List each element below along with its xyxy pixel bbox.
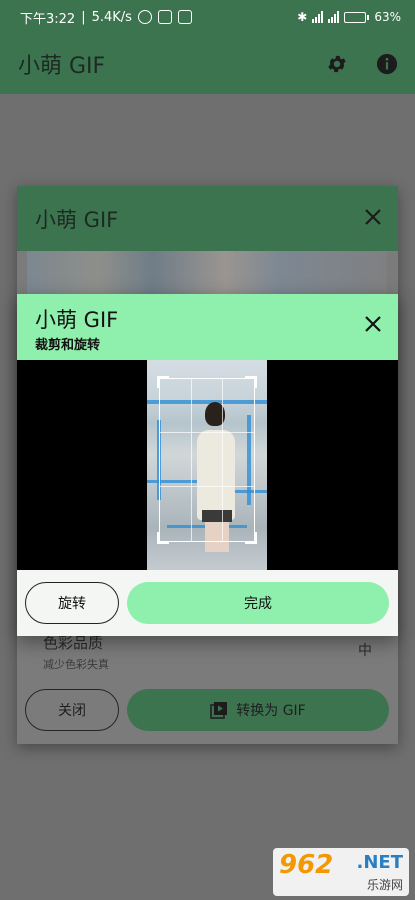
battery-icon [344, 11, 370, 23]
info-icon[interactable] [375, 52, 399, 76]
crop-dialog-title: 小萌 GIF [35, 308, 119, 332]
crop-handle-bottom-right[interactable] [245, 532, 257, 544]
site-watermark-logo: 962 .NET 乐游网 [273, 848, 409, 896]
crop-dialog-subtitle: 裁剪和旋转 [35, 338, 101, 353]
crop-dialog-header: 小萌 GIF 裁剪和旋转 [17, 294, 398, 360]
convert-dialog-title: 小萌 GIF [35, 207, 119, 232]
watermark-number: 962 [279, 850, 334, 880]
crop-handle-top-left[interactable] [157, 376, 169, 388]
alarm-icon [137, 10, 152, 24]
status-bar: 下午3:22 | 5.4K/s ✱ 63% [0, 0, 415, 34]
watermark-site: 乐游网 [366, 878, 403, 892]
crop-handle-top-right[interactable] [245, 376, 257, 388]
crop-frame[interactable] [157, 376, 257, 544]
app-notification-icon [177, 10, 192, 24]
convert-to-gif-button[interactable]: 转换为 GIF [127, 689, 389, 731]
convert-dialog-header: 小萌 GIF [17, 186, 398, 251]
status-separator: | [81, 9, 86, 25]
status-time: 下午3:22 [20, 11, 76, 27]
close-icon[interactable] [364, 315, 382, 337]
signal-icon [312, 11, 324, 23]
battery-percent: 63% [374, 10, 401, 24]
color-quality-description: 减少色彩失真 [43, 658, 109, 671]
video-preview [27, 251, 387, 299]
color-quality-value: 中 [358, 643, 372, 659]
app-title: 小萌 GIF [18, 54, 106, 79]
close-button[interactable]: 关闭 [25, 689, 119, 731]
convert-to-gif-label: 转换为 GIF [236, 703, 306, 719]
gear-icon[interactable] [325, 52, 349, 76]
crop-canvas[interactable] [17, 360, 398, 570]
gallery-play-icon [210, 702, 228, 719]
watermark-domain: .NET [356, 852, 403, 873]
bluetooth-icon: ✱ [297, 10, 308, 24]
done-button[interactable]: 完成 [127, 582, 389, 624]
notification-icon [157, 10, 172, 24]
close-icon[interactable] [364, 208, 382, 230]
status-network-speed: 5.4K/s [91, 9, 132, 25]
rotate-button[interactable]: 旋转 [25, 582, 119, 624]
crop-handle-bottom-left[interactable] [157, 532, 169, 544]
crop-rotate-dialog: 小萌 GIF 裁剪和旋转 旋转 完成 [17, 294, 398, 636]
signal-icon-2 [328, 11, 340, 23]
app-bar: 小萌 GIF [0, 34, 415, 94]
